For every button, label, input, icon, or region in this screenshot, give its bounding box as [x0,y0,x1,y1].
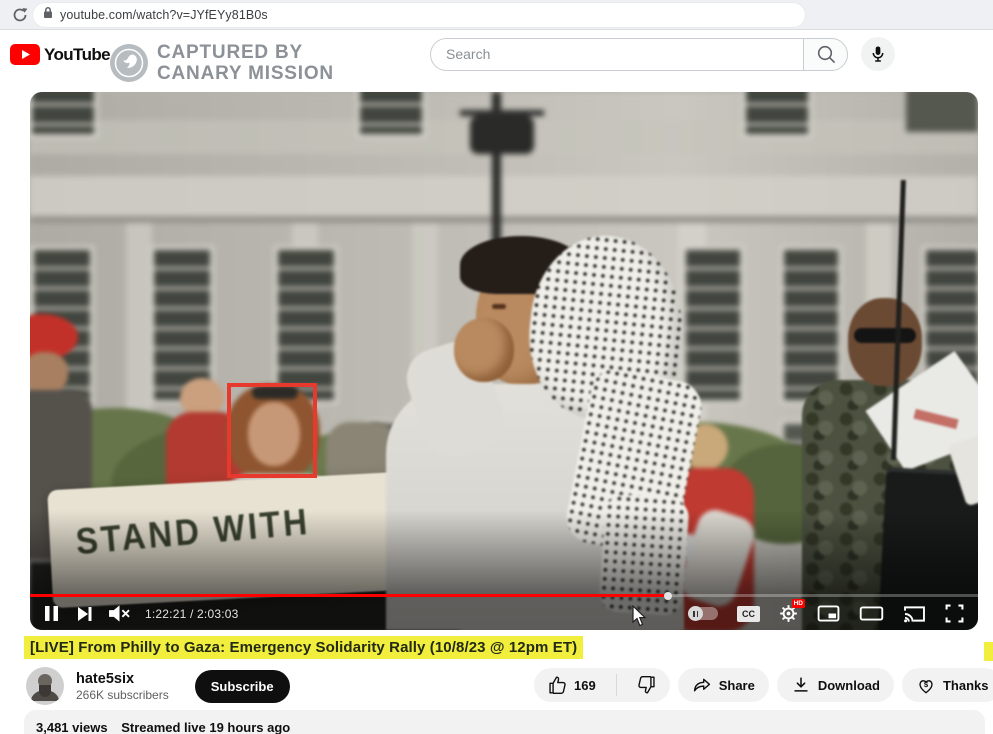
like-dislike-pill: 169 [534,668,670,702]
video-player[interactable]: STAND WITH [30,92,978,630]
thanks-button[interactable]: $ Thanks [902,668,993,702]
theater-mode-button[interactable] [859,606,884,621]
control-row: 1:22:21 / 2:03:03 CC HD [30,597,978,630]
speaker-eyebrow [492,304,506,309]
pause-button[interactable] [44,605,59,622]
highlight-fragment [984,642,993,661]
like-count: 169 [574,678,596,693]
fullscreen-button[interactable] [945,604,964,623]
search-input[interactable] [446,46,776,62]
mute-icon[interactable] [108,604,131,623]
face-highlight-box [227,383,317,478]
youtube-page: youtube.com/watch?v=JYfEYy81B0s YouTube … [0,0,993,734]
speaker-fist [454,318,514,382]
channel-avatar[interactable] [26,667,64,705]
time-display: 1:22:21 / 2:03:03 [145,607,238,621]
description-box[interactable]: 3,481 views Streamed live 19 hours ago [24,710,985,734]
stream-time: Streamed live 19 hours ago [121,720,290,734]
watermark-line2: CANARY MISSION [157,63,334,84]
download-button[interactable]: Download [777,668,894,702]
canary-mission-watermark: CAPTURED BY CANARY MISSION [110,42,334,84]
reload-icon[interactable] [12,7,28,28]
share-label: Share [719,678,755,693]
pill-divider [616,674,617,696]
player-controls: 1:22:21 / 2:03:03 CC HD [30,510,978,630]
next-button[interactable] [76,606,93,622]
page-url: youtube.com/watch?v=JYfEYy81B0s [60,8,268,22]
share-icon [692,675,712,695]
channel-row: hate5six 266K subscribers Subscribe [26,667,290,705]
channel-names: hate5six 266K subscribers [76,671,169,702]
subscribe-button[interactable]: Subscribe [195,670,290,703]
browser-address-bar: youtube.com/watch?v=JYfEYy81B0s [0,0,993,30]
video-title: [LIVE] From Philly to Gaza: Emergency So… [24,639,583,657]
hd-quality-badge: HD [792,599,805,608]
search-button[interactable] [803,38,848,71]
captions-button[interactable]: CC [737,606,760,622]
download-icon [791,675,811,695]
right-controls: CC HD [688,604,964,623]
svg-text:$: $ [924,680,929,689]
dislike-button[interactable] [624,668,670,702]
thanks-label: Thanks [943,678,989,693]
url-field[interactable]: youtube.com/watch?v=JYfEYy81B0s [33,3,805,27]
video-title-text: [LIVE] From Philly to Gaza: Emergency So… [24,636,583,659]
search-box [430,38,803,71]
watermark-line1: CAPTURED BY [157,42,334,63]
search-area [430,37,895,71]
subscriber-count: 266K subscribers [76,688,169,702]
voice-search-button[interactable] [861,37,895,71]
youtube-wordmark: YouTube [44,45,110,65]
miniplayer-button[interactable] [817,605,840,622]
search-icon [816,44,836,64]
view-count: 3,481 views [36,720,108,734]
microphone-icon [870,45,886,63]
settings-button[interactable]: HD [779,604,798,623]
youtube-logo[interactable]: YouTube [10,44,110,65]
share-button[interactable]: Share [678,668,769,702]
channel-name[interactable]: hate5six [76,671,169,687]
like-button[interactable]: 169 [534,668,609,702]
thumbs-down-icon [637,675,657,695]
thumbs-up-icon [547,675,567,695]
heart-dollar-icon: $ [916,675,936,695]
youtube-play-icon [10,44,40,65]
lock-icon [43,6,53,24]
download-label: Download [818,678,880,693]
canary-bird-icon [110,44,148,82]
autoplay-toggle[interactable] [688,607,718,620]
action-buttons: 169 Share Download $ Thanks Save ⋯ [534,668,993,702]
sunglasses [854,328,916,343]
cast-button[interactable] [903,605,926,623]
